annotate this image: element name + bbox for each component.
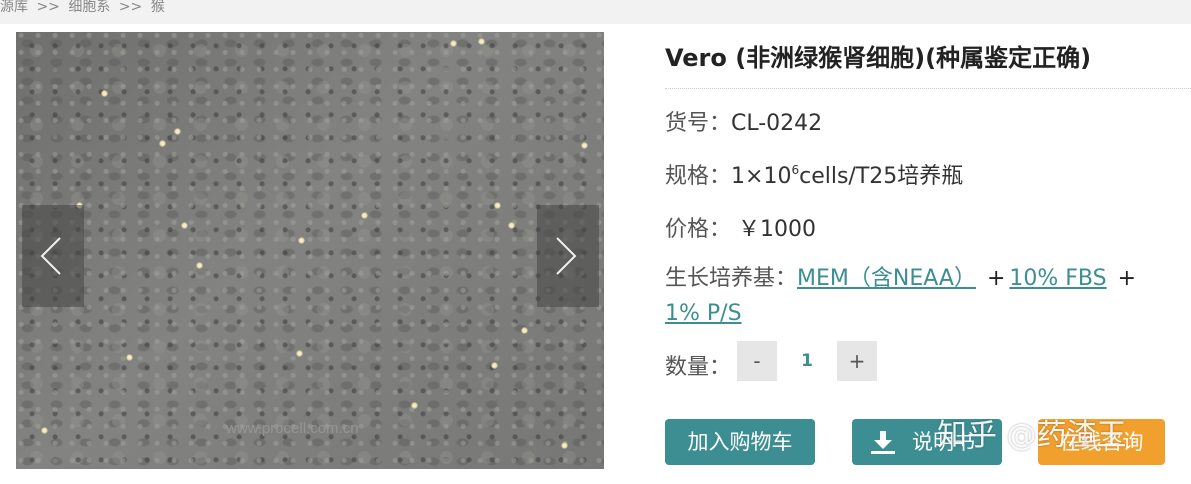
medium-label: 生长培养基： [665, 266, 798, 291]
zhihu-watermark: 知乎 @药渣王 [937, 418, 1127, 453]
breadcrumb-item-monkey[interactable]: 猴 [151, 0, 165, 15]
gallery-prev-button[interactable] [22, 205, 84, 307]
spec-exponent: 6 [791, 163, 800, 177]
medium-link-mem[interactable]: MEM（含NEAA） [797, 266, 976, 291]
sku-row: 货号：CL-0242 [665, 105, 822, 137]
medium-plus: + [1117, 266, 1137, 291]
quantity-label: 数量： [665, 355, 732, 380]
spec-row: 规格：1×106cells/T25培养瓶 [665, 158, 963, 190]
medium-link-ps[interactable]: 1% P/S [665, 301, 742, 326]
medium-row-continued: 1% P/S [665, 301, 742, 326]
sku-value: CL-0242 [731, 111, 823, 136]
product-title: Vero (非洲绿猴肾细胞)(种属鉴定正确) [665, 44, 1092, 72]
quantity-input[interactable] [777, 341, 837, 381]
breadcrumb-item-source[interactable]: 源库 [0, 0, 28, 15]
quantity-decrease-button[interactable]: - [737, 341, 777, 381]
chevron-left-icon [40, 237, 61, 275]
spec-prefix: 1×10 [731, 164, 792, 189]
breadcrumb-bar: 源库 >> 细胞系 >> 猴 [0, 0, 1191, 24]
title-divider [665, 88, 1191, 89]
quantity-row: 数量： [665, 349, 731, 381]
breadcrumb-separator: >> [118, 0, 143, 15]
medium-plus: + [986, 266, 1006, 291]
spec-suffix: cells/T25培养瓶 [799, 164, 964, 189]
breadcrumb-separator: >> [36, 0, 60, 15]
chevron-right-icon [556, 237, 577, 275]
sku-label: 货号： [665, 111, 732, 136]
price-label: 价格： [665, 217, 732, 242]
quantity-increase-button[interactable]: + [837, 341, 877, 381]
breadcrumb-item-cell-line[interactable]: 细胞系 [68, 0, 110, 15]
breadcrumb: 源库 >> 细胞系 >> 猴 [0, 0, 165, 16]
download-icon [871, 431, 895, 454]
product-image-gallery: www.procell.com.cn [16, 32, 604, 469]
medium-link-fbs[interactable]: 10% FBS [1009, 266, 1106, 291]
gallery-next-button[interactable] [537, 205, 599, 307]
medium-row: 生长培养基：MEM（含NEAA） +10% FBS + [665, 260, 1140, 292]
image-watermark: www.procell.com.cn [226, 420, 359, 437]
add-to-cart-button[interactable]: 加入购物车 [665, 419, 815, 465]
price-row: 价格： ￥1000 [665, 211, 816, 243]
price-value: ￥1000 [738, 217, 817, 242]
spec-label: 规格： [665, 164, 732, 189]
